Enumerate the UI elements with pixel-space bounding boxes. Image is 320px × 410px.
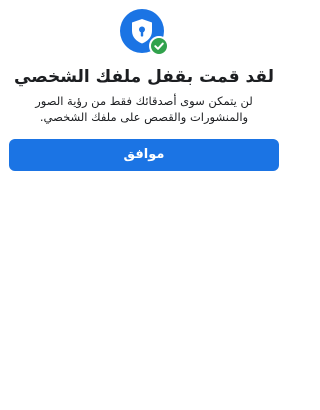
dialog-description: لن يتمكن سوى أصدقائك فقط من رؤية الصور و…	[10, 93, 278, 125]
lock-profile-confirmation-screen: لقد قمت بقفل ملفك الشخصي لن يتمكن سوى أص…	[0, 0, 288, 410]
dialog-title: لقد قمت بقفل ملفك الشخصي	[14, 67, 274, 87]
description-line: والمنشورات والقصص على ملفك الشخصي.	[39, 110, 249, 124]
checkmark-icon	[149, 36, 169, 56]
ok-button[interactable]: موافق	[9, 139, 279, 171]
description-line: لن يتمكن سوى أصدقائك فقط من رؤية الصور	[35, 94, 253, 108]
profile-lock-illustration	[120, 9, 169, 57]
